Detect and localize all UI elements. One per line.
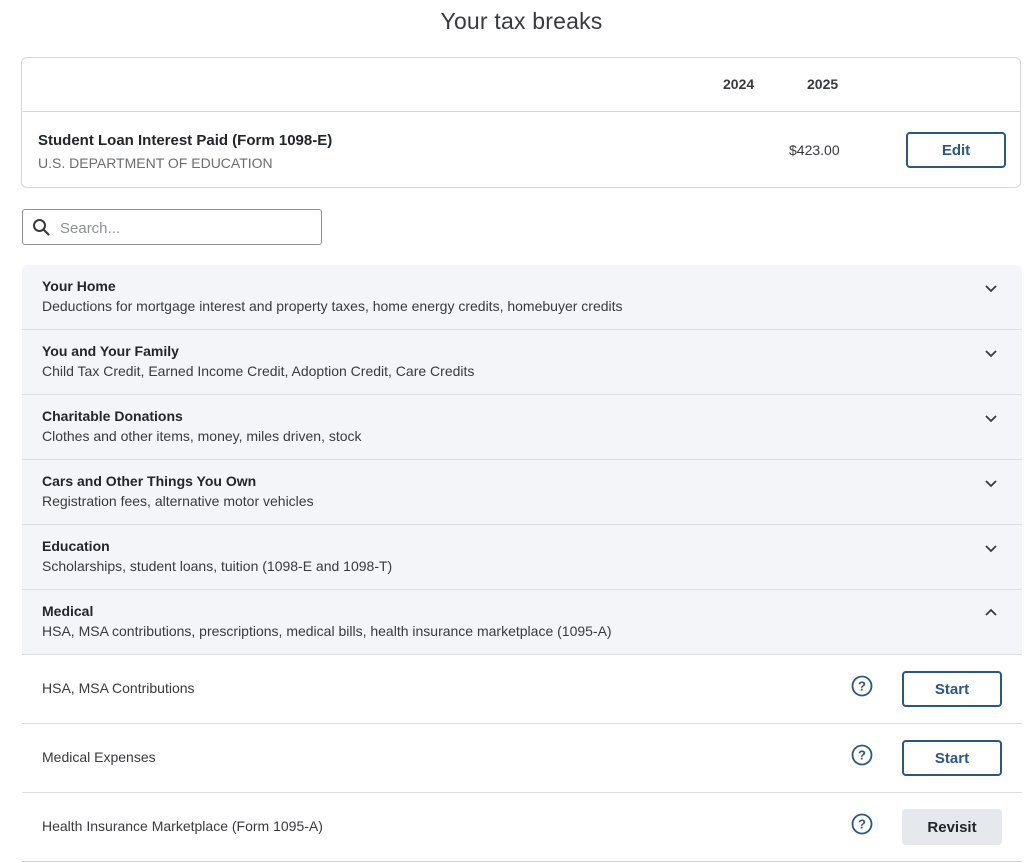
category-description: Scholarships, student loans, tuition (10…: [42, 558, 393, 574]
page-title: Your tax breaks: [440, 8, 603, 34]
year-column-2024: 2024: [723, 76, 755, 92]
category-title: Your Home: [42, 278, 116, 294]
list-item-medical-expenses: Medical Expenses ? Start: [22, 724, 1022, 793]
category-description: HSA, MSA contributions, prescriptions, m…: [42, 623, 612, 639]
category-title: You and Your Family: [42, 343, 179, 359]
chevron-down-icon[interactable]: [984, 411, 998, 425]
summary-item-title: Student Loan Interest Paid (Form 1098-E): [38, 132, 333, 149]
svg-text:?: ?: [858, 679, 866, 694]
category-title: Charitable Donations: [42, 408, 183, 424]
category-cars-and-things[interactable]: Cars and Other Things You Own Registrati…: [22, 460, 1022, 525]
help-circle-icon[interactable]: ?: [851, 813, 873, 835]
start-button[interactable]: Start: [902, 740, 1002, 776]
category-title: Medical: [42, 603, 94, 619]
category-your-home[interactable]: Your Home Deductions for mortgage intere…: [22, 265, 1022, 330]
chevron-down-icon[interactable]: [984, 346, 998, 360]
medical-items-list: HSA, MSA Contributions ? Start Medical E…: [22, 655, 1022, 862]
category-education[interactable]: Education Scholarships, student loans, t…: [22, 525, 1022, 590]
summary-card-header: 2024 2025: [22, 58, 1020, 112]
list-item-hsa-msa: HSA, MSA Contributions ? Start: [22, 655, 1022, 724]
help-circle-icon[interactable]: ?: [851, 675, 873, 697]
chevron-down-icon[interactable]: [984, 541, 998, 555]
search-icon: [33, 219, 50, 236]
category-charitable-donations[interactable]: Charitable Donations Clothes and other i…: [22, 395, 1022, 460]
help-circle-icon[interactable]: ?: [851, 744, 873, 766]
search-input[interactable]: [58, 210, 317, 246]
start-button[interactable]: Start: [902, 671, 1002, 707]
svg-text:?: ?: [858, 817, 866, 832]
summary-card: 2024 2025 Student Loan Interest Paid (Fo…: [21, 57, 1021, 188]
category-description: Child Tax Credit, Earned Income Credit, …: [42, 363, 475, 379]
summary-item-payer: U.S. DEPARTMENT OF EDUCATION: [38, 155, 273, 171]
category-description: Deductions for mortgage interest and pro…: [42, 298, 623, 314]
chevron-down-icon[interactable]: [984, 476, 998, 490]
category-title: Cars and Other Things You Own: [42, 473, 257, 489]
revisit-button[interactable]: Revisit: [902, 809, 1002, 845]
category-description: Registration fees, alternative motor veh…: [42, 493, 314, 509]
list-item-health-insurance-marketplace: Health Insurance Marketplace (Form 1095-…: [22, 793, 1022, 862]
svg-text:?: ?: [858, 748, 866, 763]
category-description: Clothes and other items, money, miles dr…: [42, 428, 362, 444]
search-box[interactable]: [22, 209, 322, 246]
list-item-label: HSA, MSA Contributions: [42, 680, 195, 696]
category-title: Education: [42, 538, 110, 554]
category-medical[interactable]: Medical HSA, MSA contributions, prescrip…: [22, 590, 1022, 655]
year-column-2025: 2025: [807, 76, 839, 92]
list-item-label: Medical Expenses: [42, 749, 156, 765]
chevron-down-icon[interactable]: [984, 281, 998, 295]
category-accordion: Your Home Deductions for mortgage intere…: [22, 265, 1022, 655]
edit-button[interactable]: Edit: [906, 132, 1006, 168]
chevron-up-icon[interactable]: [984, 606, 998, 620]
category-you-and-your-family[interactable]: You and Your Family Child Tax Credit, Ea…: [22, 330, 1022, 395]
list-item-label: Health Insurance Marketplace (Form 1095-…: [42, 818, 323, 834]
summary-item-amount: $423.00: [789, 142, 840, 158]
